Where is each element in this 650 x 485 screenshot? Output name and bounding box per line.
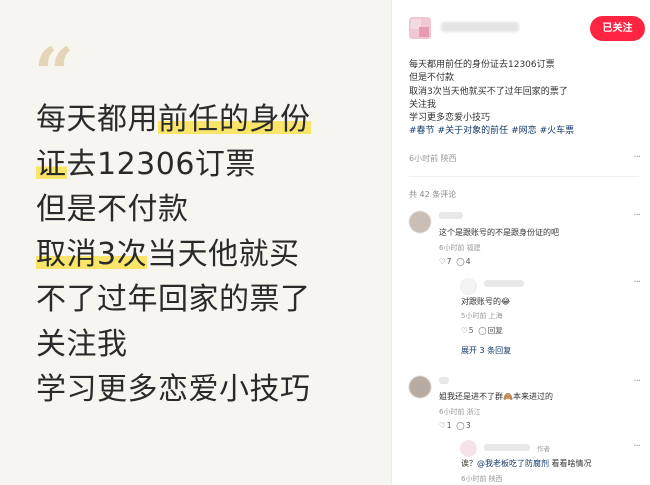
follow-button[interactable]: 已关注	[590, 16, 645, 41]
comment-text-content: 姐我还是进不了群	[439, 392, 503, 401]
commenter-avatar[interactable]	[409, 211, 431, 233]
post-line: 学习更多恋爱小技巧	[409, 113, 491, 124]
comment-meta: 6小时前 浙江	[439, 408, 481, 416]
more-dots-icon[interactable]: ···	[633, 210, 640, 221]
post-line: 但是不付款	[409, 73, 455, 84]
image-line-5-text: 不了过年回家的票了	[36, 282, 311, 317]
heart-icon[interactable]: ♡	[439, 421, 446, 430]
like-count: 5	[468, 326, 474, 335]
image-line-4-text: 当天他就买	[147, 237, 300, 272]
author-badge: 作者	[537, 445, 550, 453]
comment-text-content: 本来进过的	[512, 392, 553, 401]
tag-link[interactable]: #火车票	[540, 126, 575, 136]
author-avatar[interactable]	[409, 17, 431, 39]
reply-text: 对跟账号的😂	[461, 296, 510, 307]
image-line-6-text: 关注我	[36, 327, 128, 362]
more-dots-icon[interactable]: ···	[633, 277, 640, 288]
comment-icon[interactable]: ◯	[478, 326, 486, 335]
reply-meta: 6小时前 陕西	[461, 475, 503, 483]
mention-link[interactable]: @我老板吃了防腐剂	[477, 459, 549, 468]
comment-meta: 6小时前 福建	[439, 244, 481, 252]
tag-link[interactable]: #网恋	[511, 126, 537, 136]
image-line-3: 但是不付款	[36, 190, 311, 230]
reply-avatar[interactable]	[460, 278, 477, 295]
image-line-4: 取消3次当天他就买	[36, 235, 311, 275]
reply-text-content: 看看啥情况	[551, 459, 592, 468]
post-detail-panel: 已关注 每天都用前任的身份证去12306订票 但是不付款 取消3次当天他就买不了…	[391, 0, 650, 485]
post-line: 关注我	[409, 99, 437, 110]
image-line-6: 关注我	[36, 325, 311, 365]
image-line-1-highlight: 前任的身份	[158, 102, 311, 137]
post-image: “ 每天都用前任的身份 证去12306订票 但是不付款 取消3次当天他就买 不了…	[0, 0, 391, 485]
reply-meta: 5小时前 上海	[461, 312, 503, 320]
more-dots-icon[interactable]: ···	[633, 441, 640, 452]
comment-icon[interactable]: ◯	[456, 257, 464, 266]
reply-count: 4	[465, 257, 471, 266]
image-line-4-highlight: 取消3次	[36, 237, 148, 272]
post-body: 每天都用前任的身份证去12306订票 但是不付款 取消3次当天他就买不了过年回家…	[409, 59, 644, 139]
image-line-1-text: 每天都用	[36, 102, 158, 137]
comment-icon[interactable]: ◯	[456, 421, 464, 430]
image-line-7: 学习更多恋爱小技巧	[36, 370, 311, 410]
reply-actions: ♡5 ◯回复	[461, 325, 503, 336]
post-header: 已关注	[392, 0, 650, 52]
reply-avatar[interactable]	[460, 440, 477, 457]
post-line: 每天都用前任的身份证去12306订票	[409, 60, 555, 70]
reply-text-content: 诶？	[461, 459, 477, 468]
reply-name-blurred[interactable]	[484, 280, 524, 287]
image-line-7-text: 学习更多恋爱小技巧	[36, 372, 311, 407]
more-dots-icon[interactable]: ···	[633, 376, 640, 387]
post-meta: 6小时前 陕西	[409, 154, 457, 163]
image-line-3-text: 但是不付款	[36, 192, 189, 227]
heart-icon[interactable]: ♡	[439, 257, 446, 266]
laugh-emoji-icon: 😂	[501, 297, 511, 306]
post-tags: #春节 #关于对象的前任 #网恋 #火车票	[409, 125, 644, 138]
reply-count: 3	[465, 421, 471, 430]
image-line-5: 不了过年回家的票了	[36, 280, 311, 320]
comment-actions: ♡1 ◯3	[439, 421, 470, 430]
image-line-1: 每天都用前任的身份	[36, 100, 311, 140]
cover-eyes-emoji-icon: 🙈	[503, 392, 513, 401]
image-line-2-highlight: 证	[36, 147, 67, 182]
comment-actions: ♡7 ◯4	[439, 257, 470, 266]
reply-button[interactable]: 回复	[488, 326, 503, 335]
comment-text: 姐我还是进不了群🙈本来进过的	[439, 391, 553, 402]
expand-replies-link[interactable]: 展开 3 条回复	[461, 345, 511, 356]
divider	[409, 176, 639, 177]
image-line-2: 证去12306订票	[36, 145, 311, 185]
commenter-avatar[interactable]	[409, 376, 431, 398]
like-count: 7	[446, 257, 452, 266]
reply-text: 诶？@我老板吃了防腐剂 看看啥情况	[461, 458, 592, 469]
reply-name-blurred[interactable]	[484, 444, 530, 451]
quote-mark-icon: “	[34, 32, 75, 115]
more-dots-icon[interactable]: ···	[633, 152, 640, 163]
comment-text: 这个是跟账号的不是跟身份证的吧	[439, 228, 559, 237]
comment-count: 共 42 条评论	[409, 190, 457, 199]
tag-link[interactable]: #春节	[409, 126, 435, 136]
tag-link[interactable]: #关于对象的前任	[438, 126, 509, 136]
commenter-name-blurred[interactable]	[439, 212, 463, 219]
author-name-blurred[interactable]	[441, 22, 519, 32]
reply-text-content: 对跟账号的	[461, 297, 501, 306]
like-count: 1	[446, 421, 452, 430]
commenter-name-blurred[interactable]	[439, 377, 449, 384]
post-line: 取消3次当天他就买不了过年回家的票了	[409, 86, 568, 97]
image-line-2-text: 去12306订票	[66, 147, 256, 182]
heart-icon[interactable]: ♡	[461, 326, 468, 335]
